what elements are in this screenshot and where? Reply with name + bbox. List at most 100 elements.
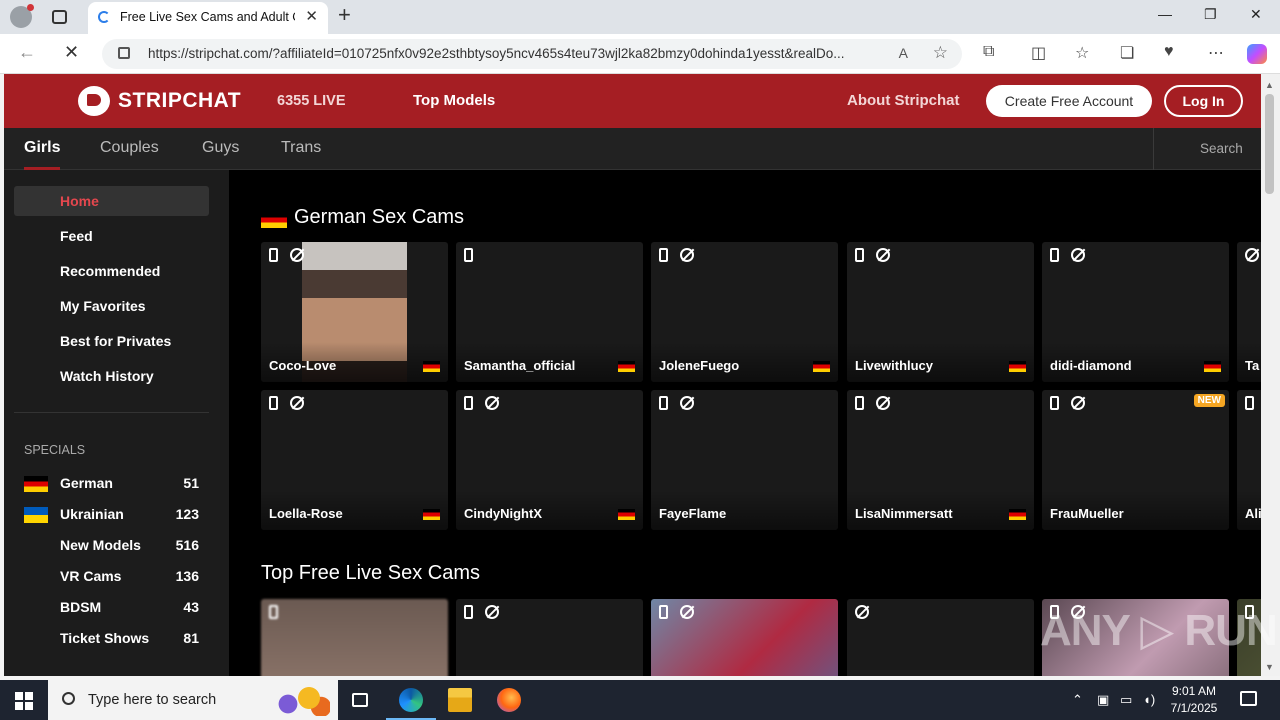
model-card[interactable] [261, 599, 448, 676]
device-icon[interactable]: ▣ [1097, 692, 1109, 708]
restore-button[interactable]: ❐ [1204, 6, 1217, 23]
live-count-link[interactable]: 6355 LIVE [277, 93, 346, 109]
mobile-icon [269, 605, 278, 619]
mobile-icon [1050, 396, 1059, 410]
collections-icon[interactable]: ❏ [1120, 43, 1134, 63]
special-new-models[interactable]: New Models 516 [14, 532, 209, 558]
sidebar-item-feed[interactable]: Feed [14, 221, 209, 251]
mobile-icon [659, 248, 668, 262]
special-count: 43 [183, 599, 199, 615]
model-card[interactable]: FayeFlame [651, 390, 838, 530]
windows-start-icon[interactable] [15, 692, 33, 710]
network-icon[interactable]: ▭ [1120, 692, 1132, 708]
special-bdsm[interactable]: BDSM 43 [14, 594, 209, 620]
sidebar-item-recommended[interactable]: Recommended [14, 256, 209, 286]
about-link[interactable]: About Stripchat [847, 92, 960, 109]
search-button[interactable]: Search [1153, 128, 1261, 170]
volume-icon[interactable]: ◖) [1143, 692, 1155, 707]
extensions-icon[interactable]: ⧉ [983, 43, 994, 61]
browser-tab[interactable]: Free Live Sex Cams and Adult Chat ✕ [88, 2, 328, 34]
model-card[interactable] [651, 599, 838, 676]
lock-icon[interactable] [118, 47, 130, 59]
model-card[interactable]: Ali [1237, 390, 1261, 530]
scroll-down-icon[interactable]: ▼ [1265, 662, 1274, 672]
category-nav: Girls Couples Guys Trans Search [4, 128, 1261, 170]
page-scrollbar[interactable]: ▲ ▼ [1261, 74, 1280, 676]
scrollbar-thumb[interactable] [1265, 94, 1274, 194]
sidebar-item-label: Watch History [60, 368, 154, 384]
stripchat-logo[interactable]: STRIPCHAT [78, 86, 241, 116]
close-window-button[interactable]: ✕ [1250, 6, 1262, 23]
login-button[interactable]: Log In [1164, 85, 1243, 117]
tab-close-icon[interactable]: ✕ [305, 7, 318, 25]
model-card[interactable] [847, 599, 1034, 676]
model-card[interactable]: LisaNimmersatt [847, 390, 1034, 530]
file-explorer-icon[interactable] [448, 688, 472, 712]
model-card[interactable]: Loella-Rose [261, 390, 448, 530]
model-card[interactable]: Livewithlucy [847, 242, 1034, 382]
tab-guys[interactable]: Guys [202, 139, 239, 157]
minimize-button[interactable]: — [1158, 6, 1172, 22]
special-count: 123 [175, 506, 199, 522]
favorites-icon[interactable]: ☆ [1075, 43, 1089, 63]
favorite-star-icon[interactable]: ☆ [933, 43, 948, 63]
scroll-up-icon[interactable]: ▲ [1265, 80, 1274, 90]
sidebar-item-label: My Favorites [60, 298, 146, 314]
task-view-icon[interactable] [352, 693, 368, 707]
model-card[interactable]: NEW FrauMueller [1042, 390, 1229, 530]
tab-title: Free Live Sex Cams and Adult Chat [120, 10, 295, 24]
search-icon [62, 692, 75, 705]
main-content: German Sex Cams Coco-Love Samantha_offic… [229, 170, 1261, 676]
germany-flag-icon [261, 212, 287, 228]
create-account-button[interactable]: Create Free Account [986, 85, 1152, 117]
model-card[interactable]: didi-diamond [1042, 242, 1229, 382]
read-aloud-icon[interactable]: A [899, 45, 908, 61]
sidebar-item-watch-history[interactable]: Watch History [14, 361, 209, 391]
logo-mark-icon [78, 86, 110, 116]
tab-actions-icon[interactable] [52, 10, 67, 24]
tab-girls[interactable]: Girls [24, 139, 60, 157]
tab-couples[interactable]: Couples [100, 139, 159, 157]
special-vr-cams[interactable]: VR Cams 136 [14, 563, 209, 589]
model-name: didi-diamond [1050, 358, 1132, 373]
no-mic-icon [855, 605, 869, 619]
profile-avatar-icon[interactable] [10, 4, 34, 28]
model-card[interactable]: Ta [1237, 242, 1261, 382]
top-section-title[interactable]: Top Free Live Sex Cams [261, 562, 480, 585]
taskbar-clock[interactable]: 9:01 AM 7/1/2025 [1166, 683, 1222, 717]
sidebar-item-favorites[interactable]: My Favorites [14, 291, 209, 321]
model-card[interactable]: Samantha_official [456, 242, 643, 382]
special-ticket-shows[interactable]: Ticket Shows 81 [14, 625, 209, 651]
mobile-icon [659, 396, 668, 410]
top-models-link[interactable]: Top Models [413, 92, 495, 109]
stop-loading-button[interactable]: ✕ [64, 42, 79, 63]
firefox-icon[interactable] [497, 688, 521, 712]
notifications-icon[interactable] [1240, 691, 1257, 706]
special-german[interactable]: German 51 [14, 470, 209, 496]
model-card[interactable] [456, 599, 643, 676]
browser-essentials-icon[interactable]: ♥ [1164, 43, 1174, 61]
german-section-title[interactable]: German Sex Cams [294, 206, 464, 229]
url-text[interactable]: https://stripchat.com/?affiliateId=01072… [148, 46, 878, 61]
sidebar-item-best-privates[interactable]: Best for Privates [14, 326, 209, 356]
edge-icon[interactable] [386, 688, 436, 720]
split-screen-icon[interactable]: ◫ [1031, 43, 1046, 63]
special-ukrainian[interactable]: Ukrainian 123 [14, 501, 209, 527]
germany-flag-icon [1009, 361, 1026, 372]
back-button[interactable]: ← [18, 42, 36, 63]
sidebar-item-home[interactable]: Home [14, 186, 209, 216]
model-card[interactable]: Coco-Love [261, 242, 448, 382]
model-card[interactable]: CindyNightX [456, 390, 643, 530]
tab-trans[interactable]: Trans [281, 139, 321, 157]
show-hidden-icons-icon[interactable]: ⌃ [1072, 692, 1083, 708]
ukraine-flag-icon [24, 507, 48, 523]
mobile-icon [1245, 396, 1254, 410]
model-name: LisaNimmersatt [855, 506, 953, 521]
settings-more-icon[interactable]: ⋯ [1208, 43, 1224, 63]
copilot-icon[interactable] [1247, 44, 1267, 64]
model-card[interactable]: JoleneFuego [651, 242, 838, 382]
new-tab-button[interactable]: + [338, 2, 351, 28]
address-bar[interactable]: https://stripchat.com/?affiliateId=01072… [102, 39, 962, 69]
taskbar-search-box[interactable]: Type here to search [48, 680, 338, 720]
special-name: VR Cams [60, 568, 122, 584]
